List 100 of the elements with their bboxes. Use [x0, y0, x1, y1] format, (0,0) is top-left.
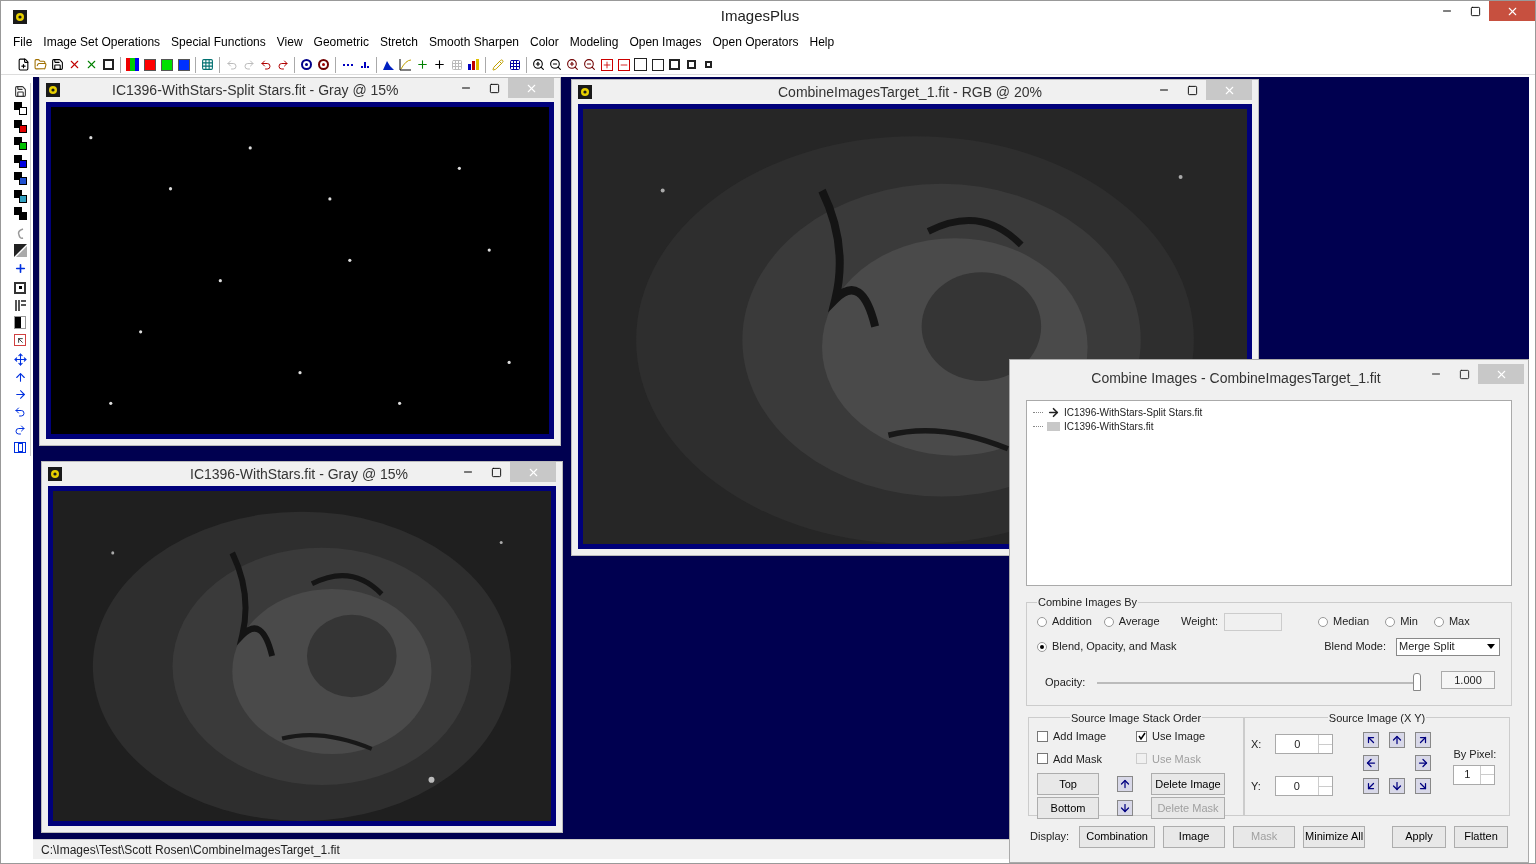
app-logo-icon: [578, 85, 592, 99]
maximize-icon: [488, 82, 500, 94]
layer-item[interactable]: IC1396-WithStars-Split Stars.fit: [1033, 405, 1511, 419]
blend-mode-label: Blend Mode:: [1324, 639, 1386, 655]
dialog-button[interactable]: Apply: [1392, 825, 1446, 848]
weight-field[interactable]: [1224, 612, 1283, 631]
arrow-left-icon[interactable]: [1363, 755, 1380, 771]
zoom-out-icon[interactable]: [581, 56, 598, 73]
zoom-in-icon[interactable]: [530, 56, 547, 73]
radio-button[interactable]: Blend, Opacity, and Mask: [1037, 638, 1177, 655]
channel-square-icon[interactable]: [175, 56, 192, 73]
number-field[interactable]: 0: [1275, 734, 1334, 754]
weight-label: Weight:: [1181, 614, 1219, 630]
arrow-up-right-icon[interactable]: [1415, 732, 1432, 748]
save-icon[interactable]: [12, 83, 28, 100]
dialog-button[interactable]: Flatten: [1454, 825, 1508, 848]
menu-item[interactable]: View: [276, 33, 303, 51]
arrow-right-icon: [1047, 405, 1060, 419]
radio-button[interactable]: Max: [1433, 613, 1470, 630]
menu-item[interactable]: Stretch: [379, 33, 418, 51]
radio-button[interactable]: Median: [1318, 613, 1370, 630]
app-logo-icon: [48, 467, 62, 481]
layers-icon[interactable]: [12, 135, 28, 152]
plus-box-icon[interactable]: [598, 56, 615, 73]
opacity-value: 1.000: [1441, 670, 1495, 689]
gradient-icon[interactable]: [12, 242, 28, 259]
arrow-down-icon[interactable]: [1389, 778, 1406, 794]
layers-icon[interactable]: [12, 205, 28, 222]
menu-item[interactable]: Open Images: [629, 33, 702, 51]
grid-icon[interactable]: [199, 56, 216, 73]
layer-item[interactable]: IC1396-WithStars.fit: [1033, 419, 1511, 433]
color-bars-icon[interactable]: [124, 56, 141, 73]
dialog-button[interactable]: Delete Image: [1151, 773, 1225, 795]
layers-icon[interactable]: [12, 153, 28, 170]
bars-icon[interactable]: [12, 297, 28, 314]
selection-icon[interactable]: [12, 332, 28, 349]
maximize-icon: [1469, 5, 1481, 17]
curve-icon[interactable]: [397, 56, 414, 73]
move-icon[interactable]: [12, 351, 28, 368]
maximize-icon: [490, 466, 502, 478]
dialog-button[interactable]: Minimize All: [1303, 825, 1366, 848]
y-label: Y:: [1251, 778, 1261, 794]
chart-icon[interactable]: [465, 56, 482, 73]
dialog-button[interactable]: Top: [1037, 773, 1099, 795]
menu-item[interactable]: Color: [530, 33, 559, 51]
group-title: Combine Images By: [1037, 595, 1139, 610]
save-icon[interactable]: [49, 56, 66, 73]
frame-icon[interactable]: [12, 279, 28, 296]
square-icon[interactable]: [649, 56, 666, 73]
zoom-in-icon[interactable]: [564, 56, 581, 73]
menu-item[interactable]: Geometric: [313, 33, 369, 51]
dialog-button[interactable]: Bottom: [1037, 797, 1099, 819]
checkbox[interactable]: Add Mask: [1037, 750, 1136, 767]
layers-icon[interactable]: [12, 188, 28, 205]
arrow-right-icon[interactable]: [1415, 755, 1432, 771]
menu-item[interactable]: Help: [809, 33, 835, 51]
app-logo-icon: [13, 9, 27, 24]
menu-item[interactable]: Smooth Sharpen: [428, 33, 520, 51]
dialog-title: Combine Images - CombineImagesTarget_1.fit: [1090, 369, 1382, 388]
half-square-icon[interactable]: [12, 314, 28, 331]
arrow-up-icon[interactable]: [1117, 776, 1133, 792]
app-logo-icon: [46, 83, 60, 97]
display-label: Display:: [1030, 829, 1070, 845]
radio-button[interactable]: Average: [1103, 613, 1160, 630]
arrow-down-left-icon[interactable]: [1363, 778, 1380, 794]
arrow-up-left-icon[interactable]: [1363, 732, 1380, 748]
radio-button[interactable]: Addition: [1037, 613, 1092, 630]
arrow-up-icon[interactable]: [1389, 732, 1406, 748]
radio-button[interactable]: Min: [1385, 613, 1418, 630]
window-title: IC1396-WithStars-Split Stars.fit - Gray @ 15%: [111, 80, 400, 100]
blend-mode-dropdown[interactable]: Merge Split: [1396, 637, 1500, 656]
minus-box-icon[interactable]: [615, 56, 632, 73]
channel-square-icon[interactable]: [141, 56, 158, 73]
number-field[interactable]: 0: [1274, 776, 1333, 796]
x-label: X:: [1251, 736, 1262, 752]
checkmark-icon: [1137, 732, 1146, 741]
checkbox[interactable]: Use Image: [1136, 728, 1235, 745]
dialog-button[interactable]: Combination: [1079, 825, 1156, 848]
maximize-icon: [1186, 84, 1198, 96]
arrow-down-right-icon[interactable]: [1415, 778, 1432, 794]
checkbox[interactable]: Add Image: [1037, 728, 1136, 745]
window-title: IC1396-WithStars.fit - Gray @ 15%: [189, 464, 410, 484]
layers-icon[interactable]: [12, 100, 28, 117]
flip-icon[interactable]: [12, 439, 28, 456]
dialog-button[interactable]: Image: [1163, 825, 1226, 848]
zoom-out-icon[interactable]: [547, 56, 564, 73]
menu-item[interactable]: Open Operators: [712, 33, 799, 51]
status-bar-text: C:\Images\Test\Scott Rosen\CombineImagesTarget_1.fit: [41, 841, 340, 859]
menu-item[interactable]: Special Functions: [171, 33, 266, 51]
slider-thumb[interactable]: [1413, 672, 1421, 691]
menu-item[interactable]: Image Set Operations: [43, 33, 161, 51]
square-icon[interactable]: [666, 56, 683, 73]
menu-item[interactable]: File: [13, 33, 33, 51]
layers-icon[interactable]: [12, 118, 28, 135]
channel-square-icon[interactable]: [158, 56, 175, 73]
layers-icon[interactable]: [12, 170, 28, 187]
arrow-down-icon[interactable]: [1117, 800, 1133, 816]
number-field[interactable]: 1: [1453, 764, 1496, 785]
square-icon[interactable]: [632, 56, 649, 73]
menu-item[interactable]: Modeling: [569, 33, 619, 51]
